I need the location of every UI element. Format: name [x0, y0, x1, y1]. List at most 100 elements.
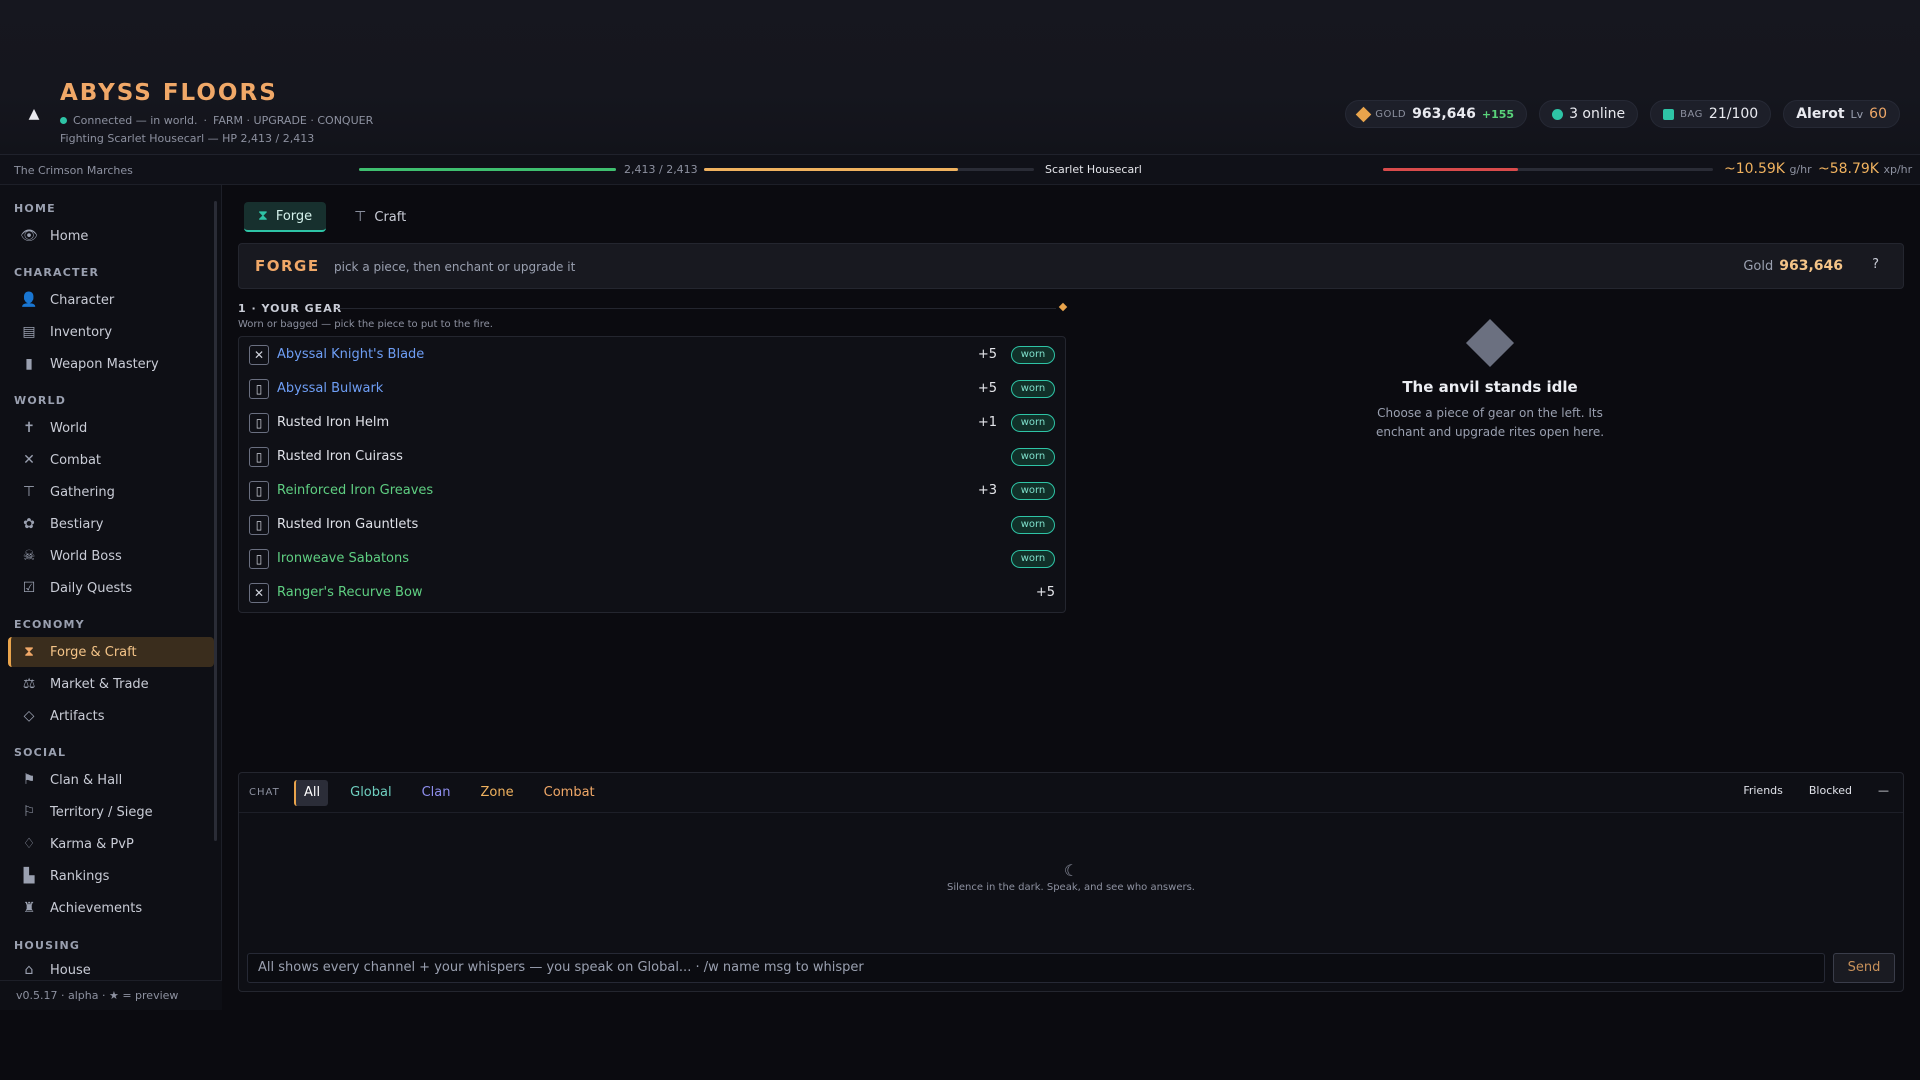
anvil-icon: ⧗	[258, 208, 268, 224]
friends-button[interactable]: Friends	[1743, 784, 1783, 797]
trophy-icon: ♜	[22, 900, 36, 916]
gold-pill[interactable]: GOLD 963,646 +155	[1345, 100, 1528, 128]
help-button[interactable]: ?	[1872, 257, 1879, 272]
diamond-icon	[1058, 302, 1068, 312]
sidebar-item-label: Daily Quests	[50, 580, 133, 596]
enemy-name: Scarlet Housecarl	[1045, 163, 1142, 176]
paw-icon: ✿	[23, 516, 35, 532]
sidebar-item-label: World Boss	[50, 548, 122, 564]
gold-label: GOLD	[1375, 108, 1407, 120]
tab-label: Craft	[374, 209, 407, 225]
bag-pill[interactable]: BAG 21/100	[1650, 100, 1772, 128]
gear-row[interactable]: ✕ Ranger's Recurve Bow +5	[239, 576, 1065, 610]
chat-tab-global[interactable]: Global	[342, 780, 399, 806]
sidebar-item-character[interactable]: 👤 Character	[8, 285, 214, 315]
sidebar-item-inventory[interactable]: ▤ Inventory	[8, 317, 214, 347]
fighting-status: Fighting Scarlet Housecarl — HP 2,413 / …	[60, 132, 315, 145]
section-home: HOME	[14, 202, 56, 215]
gear-heading-divider	[338, 308, 1056, 309]
sidebar-item-world[interactable]: ✝ World	[8, 413, 214, 443]
sidebar-item-rankings[interactable]: ▙ Rankings	[8, 861, 214, 891]
send-button[interactable]: Send	[1833, 953, 1895, 983]
sidebar-item-territory-siege[interactable]: ⚐ Territory / Siege	[8, 797, 214, 827]
forge-banner: FORGE pick a piece, then enchant or upgr…	[238, 243, 1904, 289]
sidebar-item-label: Artifacts	[50, 708, 105, 724]
section-world: WORLD	[14, 394, 67, 407]
chat-tab-zone[interactable]: Zone	[473, 780, 522, 806]
chat-tabs: All Global Clan Zone Combat	[294, 780, 603, 806]
section-social: SOCIAL	[14, 746, 67, 759]
gear-row[interactable]: ▯ Rusted Iron Cuirass worn	[239, 440, 1065, 474]
sidebar-item-achievements[interactable]: ♜ Achievements	[8, 893, 214, 923]
app-title: ABYSS FLOORS	[60, 80, 278, 106]
gear-row[interactable]: ▯ Ironweave Sabatons worn	[239, 542, 1065, 576]
gem-icon: ◇	[23, 708, 35, 724]
gear-row[interactable]: ▯ Rusted Iron Helm +1 worn	[239, 406, 1065, 440]
tab-craft[interactable]: ⊤ Craft	[340, 202, 420, 232]
drop-icon: ♢	[22, 836, 36, 852]
worn-badge: worn	[1011, 482, 1055, 500]
skull-icon: ☠	[22, 548, 36, 564]
anvil-idle-panel: The anvil stands idle Choose a piece of …	[1290, 318, 1690, 442]
crossed-swords-icon: ✕	[249, 583, 269, 603]
tab-label: Forge	[275, 208, 313, 224]
idle-title: The anvil stands idle	[1402, 378, 1578, 396]
sidebar-item-combat[interactable]: ✕ Combat	[8, 445, 214, 475]
section-economy: ECONOMY	[14, 618, 85, 631]
sidebar-item-weapon-mastery[interactable]: ▮ Weapon Mastery	[8, 349, 214, 379]
level-value: 60	[1869, 106, 1887, 122]
sidebar-item-house[interactable]: ⌂ House	[8, 958, 214, 982]
gear-name: Abyssal Knight's Blade	[277, 347, 425, 362]
armor-icon: ▯	[249, 481, 269, 501]
sidebar-item-artifacts[interactable]: ◇ Artifacts	[8, 701, 214, 731]
worn-badge: worn	[1011, 380, 1055, 398]
chat-tab-combat[interactable]: Combat	[536, 780, 603, 806]
flag-icon: ⚐	[22, 804, 36, 820]
sidebar-item-daily-quests[interactable]: ☑ Daily Quests	[8, 573, 214, 603]
gear-row[interactable]: ▯ Rusted Iron Gauntlets worn	[239, 508, 1065, 542]
app-header: ▲ ABYSS FLOORS Connected — in world. · F…	[0, 0, 1920, 155]
chat-tab-all[interactable]: All	[294, 780, 329, 806]
sidebar-item-label: Market & Trade	[50, 676, 149, 692]
gold-value: 963,646	[1412, 106, 1476, 122]
sidebar-item-karma-pvp[interactable]: ♢ Karma & PvP	[8, 829, 214, 859]
sidebar-item-market-trade[interactable]: ⚖ Market & Trade	[8, 669, 214, 699]
sidebar-item-home[interactable]: 👁 Home	[8, 221, 214, 251]
gear-name: Abyssal Bulwark	[277, 381, 384, 396]
xp-rate-value: ~58.79K	[1818, 161, 1879, 177]
idle-line-1: Choose a piece of gear on the left. Its	[1377, 406, 1603, 420]
chat-panel: CHAT All Global Clan Zone Combat Friends…	[238, 772, 1904, 992]
main-tabs: ⧗ Forge ⊤ Craft	[244, 202, 420, 232]
gear-subheading: Worn or bagged — pick the piece to put t…	[238, 319, 493, 330]
player-pill[interactable]: Alerot Lv 60	[1783, 100, 1900, 128]
book-icon: ▮	[25, 356, 33, 372]
forge-gold-value: 963,646	[1779, 258, 1843, 274]
forge-subtitle: pick a piece, then enchant or upgrade it	[334, 260, 576, 274]
sidebar-item-gathering[interactable]: ⊤ Gathering	[8, 477, 214, 507]
player-hp-fill	[359, 168, 616, 171]
xp-bar	[704, 168, 1034, 171]
forge-gold: Gold 963,646	[1743, 258, 1843, 274]
chat-tab-clan[interactable]: Clan	[414, 780, 459, 806]
minimize-icon[interactable]: —	[1878, 784, 1889, 797]
player-hp-bar	[359, 168, 616, 171]
blocked-button[interactable]: Blocked	[1809, 784, 1852, 797]
sidebar-item-label: Character	[50, 292, 115, 308]
sidebar-item-label: Bestiary	[50, 516, 104, 532]
sidebar-scrollbar[interactable]	[214, 201, 217, 841]
collapse-triangle-icon[interactable]: ▲	[22, 104, 46, 124]
sidebar-item-clan-hall[interactable]: ⚑ Clan & Hall	[8, 765, 214, 795]
sidebar-item-bestiary[interactable]: ✿ Bestiary	[8, 509, 214, 539]
gear-row[interactable]: ▯ Abyssal Bulwark +5 worn	[239, 372, 1065, 406]
sidebar-item-world-boss[interactable]: ☠ World Boss	[8, 541, 214, 571]
sidebar-item-label: Clan & Hall	[50, 772, 123, 788]
sidebar-item-forge-craft[interactable]: ⧗ Forge & Craft	[8, 637, 214, 667]
chat-input[interactable]: All shows every channel + your whispers …	[247, 953, 1825, 983]
online-pill[interactable]: 3 online	[1539, 100, 1639, 128]
bag-icon	[1663, 108, 1675, 120]
tab-forge[interactable]: ⧗ Forge	[244, 202, 327, 232]
hammer-icon: ⊤	[354, 209, 367, 225]
gear-row[interactable]: ▯ Reinforced Iron Greaves +3 worn	[239, 474, 1065, 508]
gear-row[interactable]: ✕ Abyssal Knight's Blade +5 worn	[239, 338, 1065, 372]
armor-icon: ▯	[249, 447, 269, 467]
